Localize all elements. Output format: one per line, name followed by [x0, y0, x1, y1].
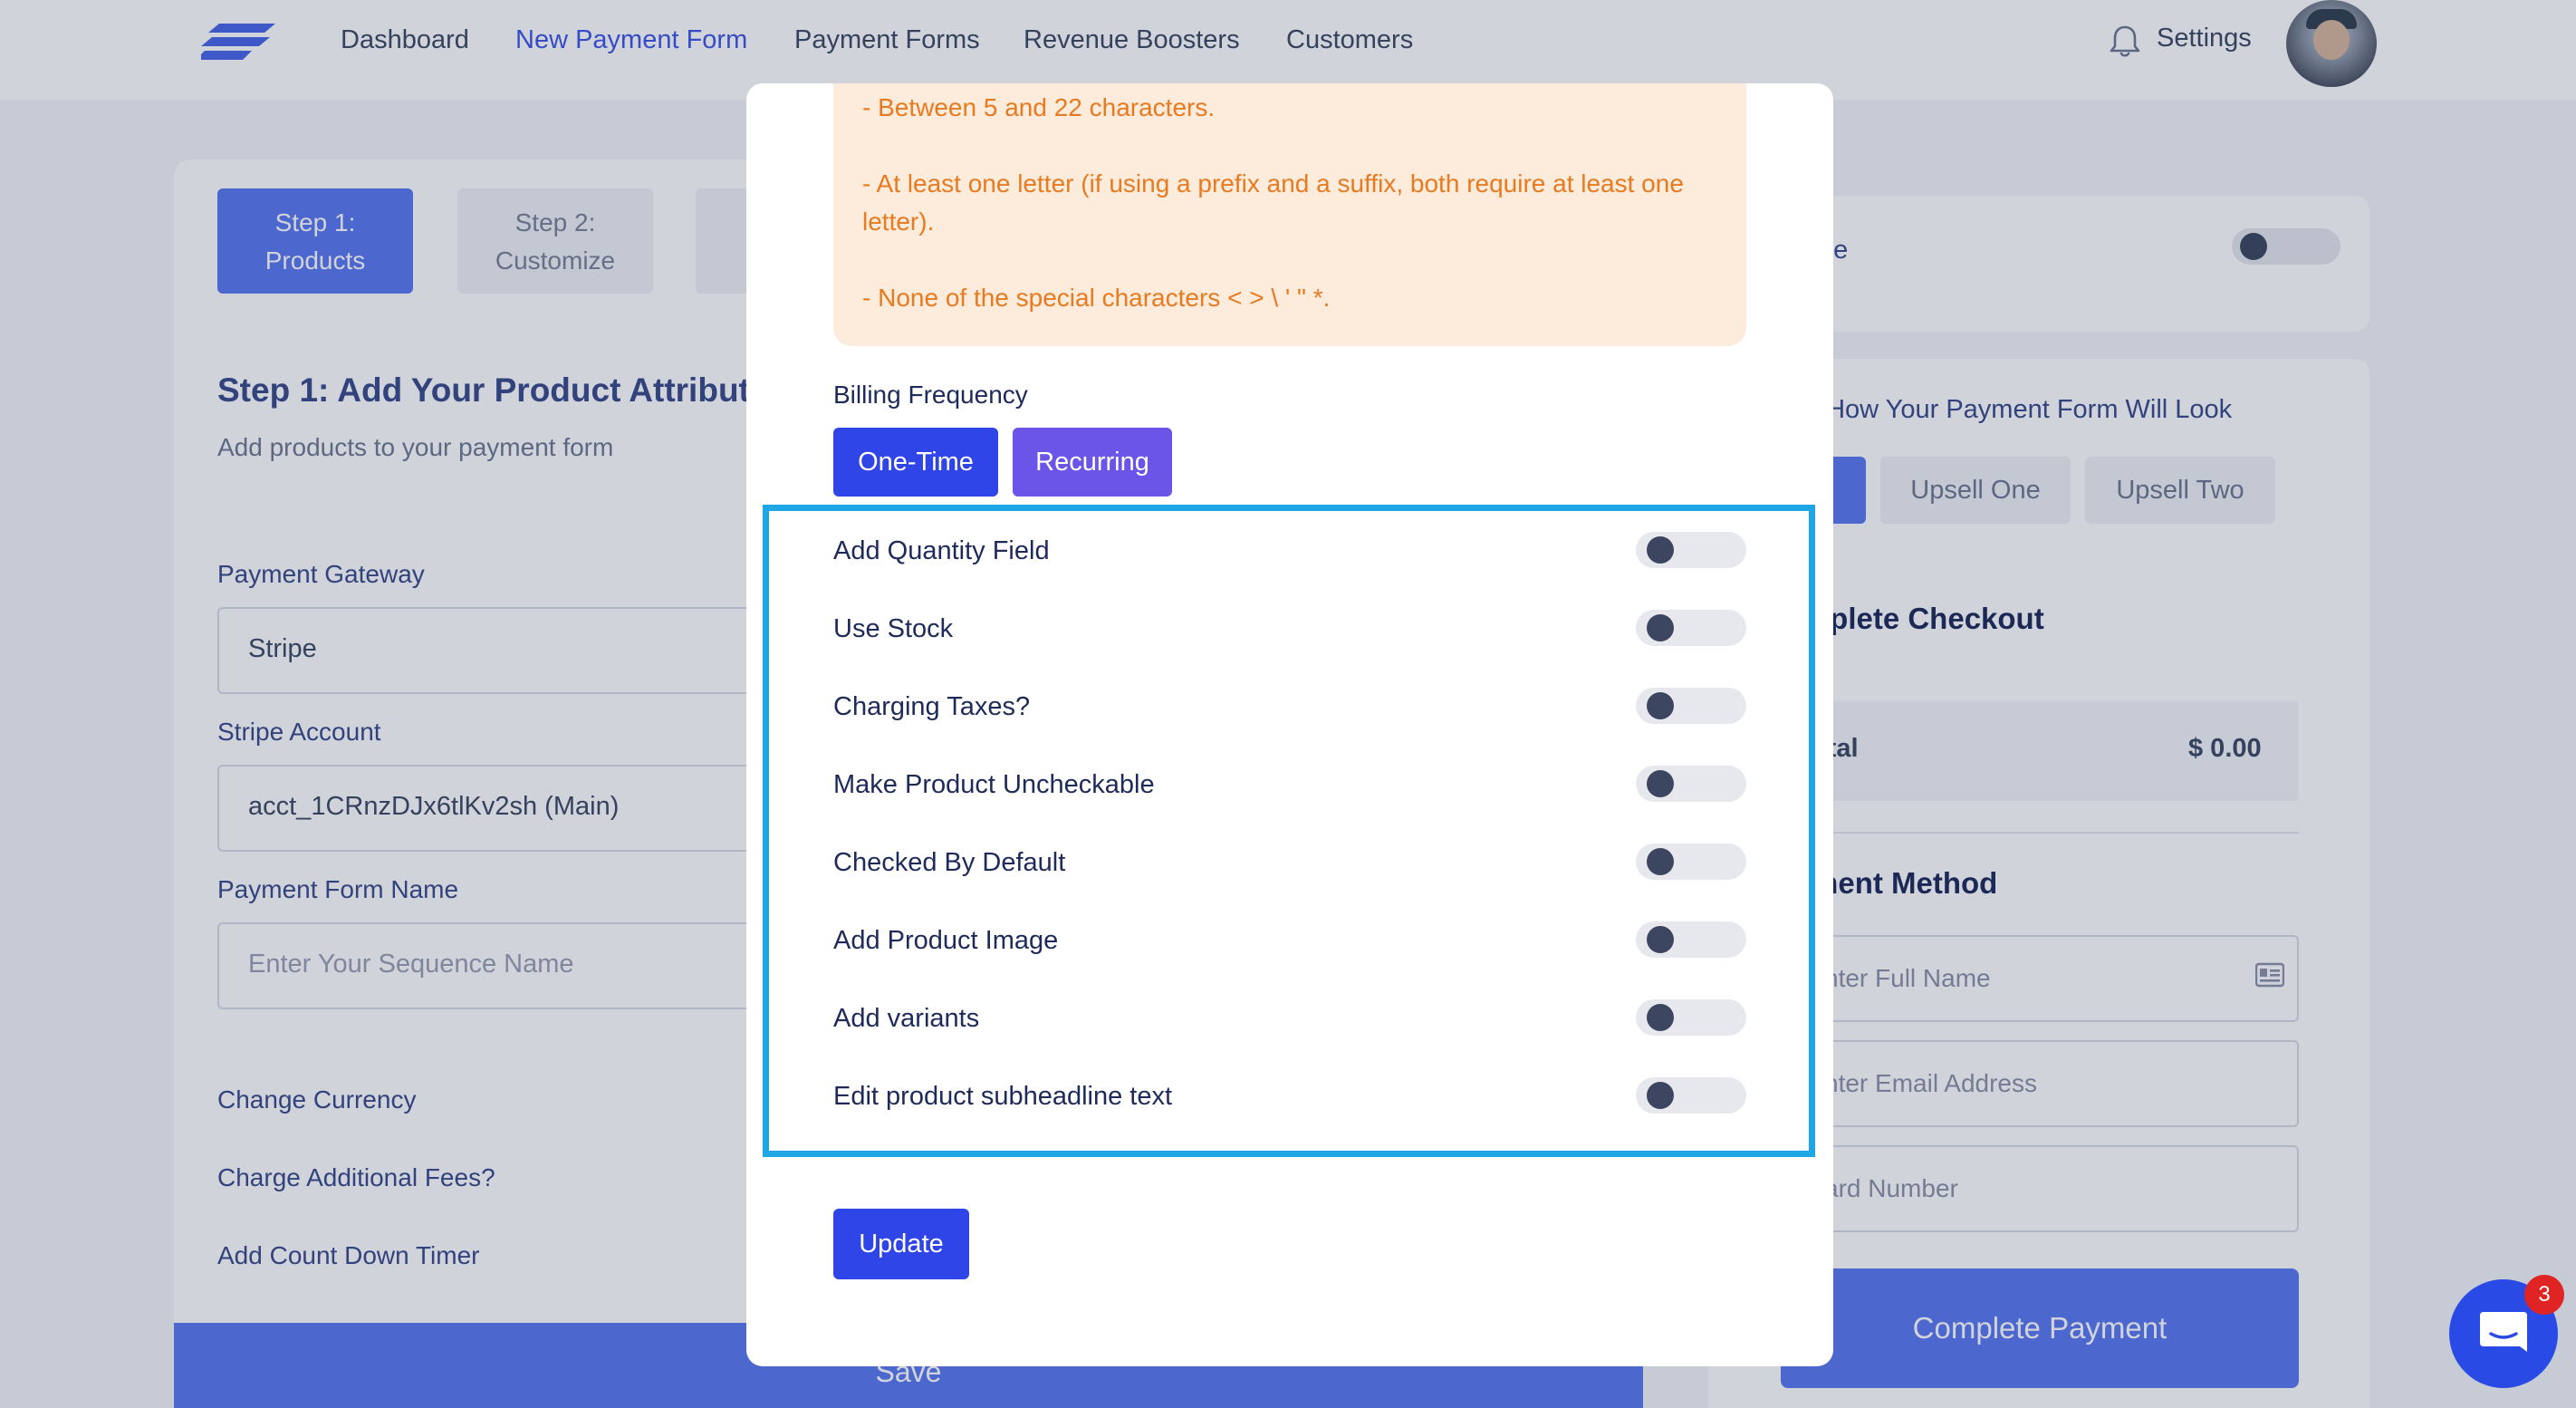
- requirement-letter: - At least one letter (if using a prefix…: [862, 169, 1684, 236]
- billing-recurring-button[interactable]: Recurring: [1013, 428, 1172, 497]
- option-uncheckable-toggle[interactable]: [1636, 766, 1746, 802]
- option-product-image-toggle[interactable]: [1636, 921, 1746, 958]
- option-use-stock-toggle[interactable]: [1636, 610, 1746, 646]
- option-variants-label: Add variants: [833, 1004, 980, 1033]
- requirement-length: - Between 5 and 22 characters.: [862, 93, 1216, 121]
- option-subheadline-label: Edit product subheadline text: [833, 1082, 1173, 1111]
- options-highlight-frame: [763, 505, 1815, 1157]
- chat-unread-badge: 3: [2524, 1275, 2564, 1315]
- option-checked-default-toggle[interactable]: [1636, 844, 1746, 880]
- option-subheadline-toggle[interactable]: [1636, 1077, 1746, 1114]
- option-use-stock-label: Use Stock: [833, 614, 954, 643]
- chat-icon[interactable]: [2476, 1308, 2531, 1359]
- option-add-quantity-field-toggle[interactable]: [1636, 532, 1746, 568]
- option-checked-default-label: Checked By Default: [833, 848, 1066, 877]
- update-button[interactable]: Update: [833, 1209, 969, 1279]
- option-charging-taxes-label: Charging Taxes?: [833, 692, 1031, 721]
- billing-one-time-button[interactable]: One-Time: [833, 428, 998, 497]
- option-variants-toggle[interactable]: [1636, 999, 1746, 1036]
- option-product-image-label: Add Product Image: [833, 926, 1059, 955]
- option-add-quantity-field-label: Add Quantity Field: [833, 536, 1050, 565]
- option-uncheckable-label: Make Product Uncheckable: [833, 770, 1155, 799]
- requirement-special-chars: - None of the special characters < > \ '…: [862, 284, 1331, 312]
- option-charging-taxes-toggle[interactable]: [1636, 688, 1746, 724]
- billing-frequency-label: Billing Frequency: [833, 381, 1028, 409]
